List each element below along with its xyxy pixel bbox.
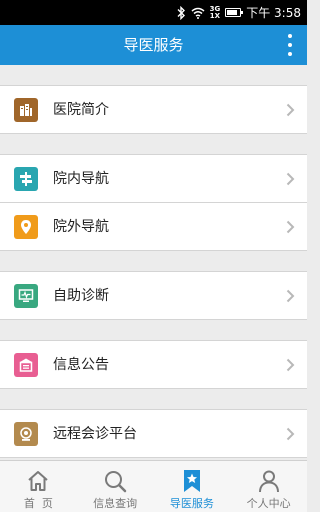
- nav-item-guide-service[interactable]: 导医服务: [154, 461, 231, 512]
- menu-item-label: 自助诊断: [53, 288, 109, 304]
- nav-item-personal-center[interactable]: 个人中心: [230, 461, 307, 512]
- nav-label: 首 页: [23, 497, 53, 510]
- status-icons: 3G 1X 下午 3:58: [176, 0, 301, 25]
- webcam-icon: [14, 422, 38, 446]
- wifi-icon: [191, 7, 205, 19]
- menu-item-hospital-intro[interactable]: 医院简介: [0, 86, 307, 134]
- battery-icon: [225, 8, 244, 17]
- menu-item-label: 院外导航: [53, 219, 109, 235]
- section-divider: [0, 251, 307, 272]
- network-indicator: 3G 1X: [209, 5, 221, 20]
- menu-item-label: 院内导航: [53, 171, 109, 187]
- hospital-building-icon: [14, 98, 38, 122]
- menu-item-self-diagnosis[interactable]: 自助诊断: [0, 272, 307, 320]
- menu-item-label: 远程会诊平台: [53, 426, 137, 442]
- nav-label: 信息查询: [93, 497, 138, 510]
- monitor-diagnosis-icon: [14, 284, 38, 308]
- section-divider: [0, 65, 307, 86]
- status-bar: 3G 1X 下午 3:58: [0, 0, 307, 25]
- nav-item-info-query[interactable]: 信息查询: [77, 461, 154, 512]
- nav-item-home[interactable]: 首 页: [0, 461, 77, 512]
- section-divider: [0, 320, 307, 341]
- chevron-right-icon: [286, 220, 295, 234]
- nav-label: 个人中心: [246, 497, 291, 510]
- section-divider: [0, 389, 307, 410]
- menu-list: 医院简介 院内导航 院外导航 自助诊断 信息公告 远程会诊平台: [0, 65, 307, 460]
- menu-item-label: 医院简介: [53, 102, 109, 118]
- bookmark-star-icon: [183, 470, 200, 492]
- menu-item-label: 信息公告: [53, 357, 109, 373]
- map-pin-icon: [14, 215, 38, 239]
- search-icon: [105, 471, 127, 493]
- bulletin-icon: [14, 353, 38, 377]
- home-icon: [28, 471, 49, 491]
- page-title: 导医服务: [123, 36, 184, 54]
- chevron-right-icon: [286, 172, 295, 186]
- person-icon: [258, 470, 279, 493]
- chevron-right-icon: [286, 103, 295, 117]
- more-options-button[interactable]: [285, 33, 295, 57]
- section-divider: [0, 134, 307, 155]
- chevron-right-icon: [286, 289, 295, 303]
- menu-item-outdoor-navigation[interactable]: 院外导航: [0, 203, 307, 251]
- chevron-right-icon: [286, 358, 295, 372]
- more-dot-icon: [288, 43, 292, 47]
- nav-label: 导医服务: [169, 497, 214, 510]
- signpost-icon: [14, 167, 38, 191]
- chevron-right-icon: [286, 427, 295, 441]
- menu-item-remote-consultation[interactable]: 远程会诊平台: [0, 410, 307, 458]
- status-time: 下午 3:58: [246, 6, 301, 20]
- network-subtype: 1X: [209, 11, 221, 20]
- app-header: 导医服务: [0, 25, 307, 65]
- bottom-nav: 首 页 信息查询 导医服务 个人中心: [0, 460, 307, 512]
- more-dot-icon: [288, 52, 292, 56]
- bluetooth-icon: [177, 5, 185, 20]
- menu-item-indoor-navigation[interactable]: 院内导航: [0, 155, 307, 203]
- menu-item-announcements[interactable]: 信息公告: [0, 341, 307, 389]
- more-dot-icon: [288, 34, 292, 38]
